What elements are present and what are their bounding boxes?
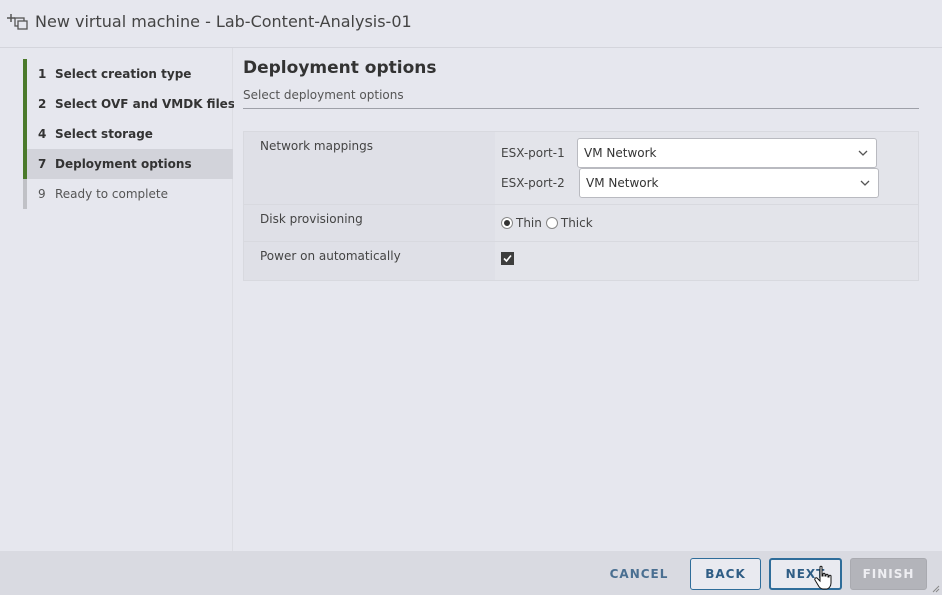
new-vm-icon [7,14,28,30]
step-progress-bar [23,119,27,149]
step-deployment-options[interactable]: 7 Deployment options [23,149,233,179]
power-on-label: Power on automatically [244,242,495,280]
network-mappings-value: ESX-port-1 VM Network ESX-port-2 VM Netw… [495,132,918,204]
chevron-down-icon [860,180,870,186]
power-on-checkbox[interactable] [501,252,514,265]
thick-radio-label[interactable]: Thick [561,216,593,230]
port-label: ESX-port-1 [501,146,565,160]
resize-handle-icon[interactable] [932,585,940,593]
step-select-creation-type[interactable]: 1 Select creation type [23,59,233,89]
step-number: 1 [38,67,47,81]
back-button[interactable]: BACK [690,558,761,590]
step-ready-to-complete[interactable]: 9 Ready to complete [23,179,233,209]
page-subtitle: Select deployment options [243,88,404,102]
power-on-value [495,242,918,280]
step-select-ovf-vmdk[interactable]: 2 Select OVF and VMDK files [23,89,235,119]
wizard-footer: CANCEL BACK NEXT FINISH [0,551,942,595]
select-value: VM Network [584,146,657,160]
title-bar: New virtual machine - Lab-Content-Analys… [0,0,942,48]
step-progress-bar [23,179,27,209]
network-mappings-row: Network mappings ESX-port-1 VM Network E… [244,132,918,205]
finish-button: FINISH [850,558,927,590]
step-select-storage[interactable]: 4 Select storage [23,119,233,149]
options-grid: Network mappings ESX-port-1 VM Network E… [243,131,919,281]
port-mapping: ESX-port-1 VM Network [501,138,912,168]
step-label: Select OVF and VMDK files [55,97,235,111]
step-number: 9 [38,187,46,201]
port-mapping: ESX-port-2 VM Network [501,168,912,198]
step-number: 7 [38,157,47,171]
port-label: ESX-port-2 [501,176,565,190]
thin-radio[interactable] [501,217,513,229]
chevron-down-icon [858,150,868,156]
page-title: Deployment options [243,58,437,78]
step-progress-bar [23,89,27,119]
step-label: Deployment options [55,157,192,171]
step-label: Select storage [55,127,153,141]
thin-radio-label[interactable]: Thin [516,216,542,230]
step-number: 2 [38,97,47,111]
wizard-steps: 1 Select creation type 2 Select OVF and … [0,48,235,551]
thick-radio[interactable] [545,217,558,229]
divider [243,108,919,109]
window-title: New virtual machine - Lab-Content-Analys… [35,12,412,31]
main-panel: Deployment options Select deployment opt… [234,48,942,551]
check-icon [501,252,514,265]
select-value: VM Network [586,176,659,190]
port-2-network-select[interactable]: VM Network [579,168,879,198]
port-1-network-select[interactable]: VM Network [577,138,877,168]
hand-cursor-icon [814,565,832,590]
disk-provisioning-row: Disk provisioning Thin Thick [244,205,918,242]
step-label: Ready to complete [55,187,168,201]
step-label: Select creation type [55,67,192,81]
power-on-row: Power on automatically [244,242,918,280]
step-progress-bar [23,59,27,89]
cancel-button[interactable]: CANCEL [601,558,677,590]
step-progress-bar [23,149,27,179]
disk-provisioning-label: Disk provisioning [244,205,495,241]
network-mappings-label: Network mappings [244,132,495,204]
disk-provisioning-value: Thin Thick [495,205,918,241]
step-number: 4 [38,127,47,141]
